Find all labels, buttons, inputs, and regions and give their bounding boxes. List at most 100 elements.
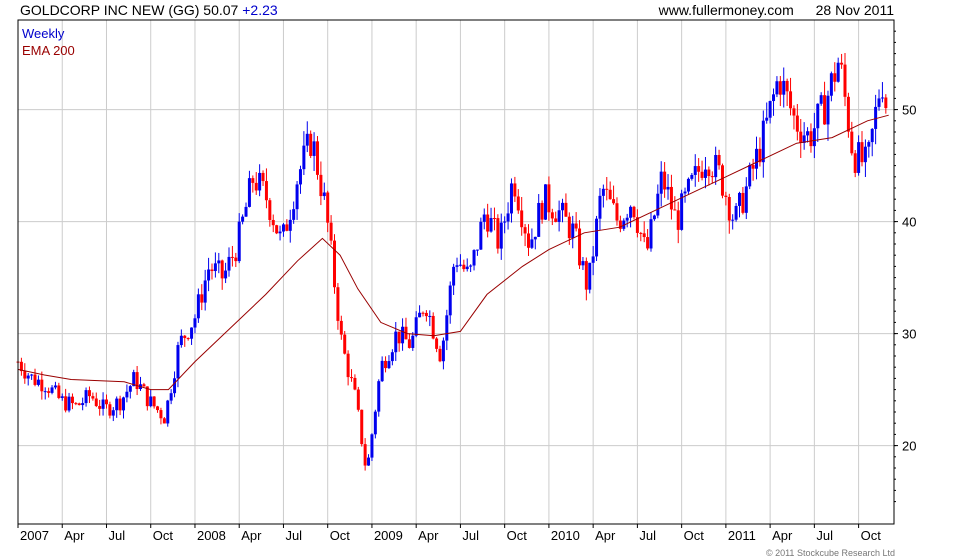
candle-body: [506, 213, 510, 222]
candle-body: [880, 97, 884, 99]
candle-body: [469, 265, 473, 267]
candle-body: [292, 209, 296, 220]
candle-body: [526, 233, 530, 248]
candle-body: [115, 398, 119, 411]
candle-body: [625, 217, 629, 221]
candle-body: [278, 231, 282, 234]
candle-body: [697, 166, 701, 172]
candle-body: [598, 195, 602, 219]
candle-body: [472, 250, 476, 266]
candle-body: [91, 396, 95, 399]
chart-title: GOLDCORP INC NEW (GG) 50.07 +2.23: [20, 0, 278, 20]
copyright: © 2011 Stockcube Research Ltd: [765, 548, 895, 558]
candle-body: [387, 361, 391, 369]
candle-body: [673, 209, 677, 211]
candle-body: [482, 214, 486, 222]
candle-body: [390, 352, 394, 362]
candle-body: [720, 165, 724, 196]
candle-body: [642, 233, 646, 238]
x-tick-label: Apr: [595, 528, 616, 543]
candle-body: [676, 210, 680, 230]
candle-body: [792, 108, 796, 116]
legend-ema: EMA 200: [22, 43, 75, 58]
candle-body: [782, 80, 786, 95]
x-tick-label: 2010: [551, 528, 580, 543]
candle-body: [516, 196, 520, 211]
candle-body: [785, 80, 789, 92]
candle-body: [94, 398, 98, 407]
candle-body: [258, 172, 262, 191]
candle-body: [544, 184, 548, 220]
candle-body: [683, 191, 687, 194]
grid: [17, 20, 894, 524]
x-tick-label: Apr: [241, 528, 262, 543]
candle-body: [166, 400, 170, 424]
x-tick-label: Apr: [772, 528, 793, 543]
candle-body: [438, 348, 442, 362]
candle-body: [224, 270, 228, 279]
candle-body: [833, 73, 837, 82]
candle-body: [659, 171, 663, 194]
candle-body: [843, 64, 847, 97]
candle-body: [122, 397, 126, 411]
candle-body: [520, 210, 524, 228]
candle-body: [319, 174, 323, 197]
x-tick-label: Jul: [108, 528, 125, 543]
candle-body: [703, 169, 707, 178]
candle-body: [509, 183, 513, 214]
candle-body: [595, 218, 599, 257]
candle-body: [169, 393, 173, 401]
candle-body: [857, 142, 861, 173]
y-tick-label: 30: [902, 327, 916, 342]
candle-body: [241, 216, 245, 222]
candle-body: [193, 318, 197, 328]
candle-body: [210, 269, 214, 272]
candle-body: [183, 335, 187, 339]
candle-body: [639, 232, 643, 234]
y-tick-label: 20: [902, 439, 916, 454]
candle-body: [336, 287, 340, 321]
candle-body: [135, 372, 139, 390]
candle-body: [213, 263, 217, 272]
candle-body: [727, 196, 731, 221]
candle-body: [23, 371, 27, 379]
x-tick-label: 2009: [374, 528, 403, 543]
price-chart: 2007 Apr Jul Oct 2008 Apr Jul Oct 2009 Apr Jul Oct 2…: [16, 19, 916, 543]
candle-body: [707, 169, 711, 177]
candle-body: [326, 192, 330, 223]
candle-body: [656, 193, 660, 216]
candle-body: [806, 131, 810, 136]
x-axis: 2007 Apr Jul Oct 2008 Apr Jul Oct 2009 Apr Jul Oct 2…: [17, 524, 881, 543]
candle-body: [772, 94, 776, 102]
candle-body: [271, 219, 275, 226]
candle-body: [333, 240, 337, 288]
candle-body: [67, 396, 71, 411]
candle-body: [853, 153, 857, 173]
candle-body: [629, 206, 633, 218]
candle-body: [867, 142, 871, 147]
candle-body: [540, 202, 544, 220]
candle-body: [819, 95, 823, 104]
candle-body: [298, 169, 302, 185]
candle-body: [591, 256, 595, 263]
candle-body: [492, 218, 496, 220]
candle-body: [465, 266, 469, 270]
site-link[interactable]: www.fullermoney.com: [659, 2, 794, 18]
candle-body: [744, 186, 748, 213]
candle-body: [162, 418, 166, 424]
x-tick-label: 2011: [728, 528, 756, 543]
candle-body: [424, 312, 428, 317]
candle-body: [346, 353, 350, 378]
candle-body: [567, 216, 571, 239]
candle-body: [305, 133, 309, 146]
candle-body: [186, 338, 190, 340]
candle-body: [840, 62, 844, 65]
candle-body: [710, 176, 714, 178]
candle-body: [571, 223, 575, 239]
candle-body: [700, 171, 704, 178]
candle-body: [309, 133, 313, 156]
title-text: GOLDCORP INC NEW (GG) 50.07: [20, 2, 239, 18]
candle-body: [125, 391, 129, 398]
candle-body: [789, 91, 793, 109]
candle-body: [217, 260, 221, 264]
